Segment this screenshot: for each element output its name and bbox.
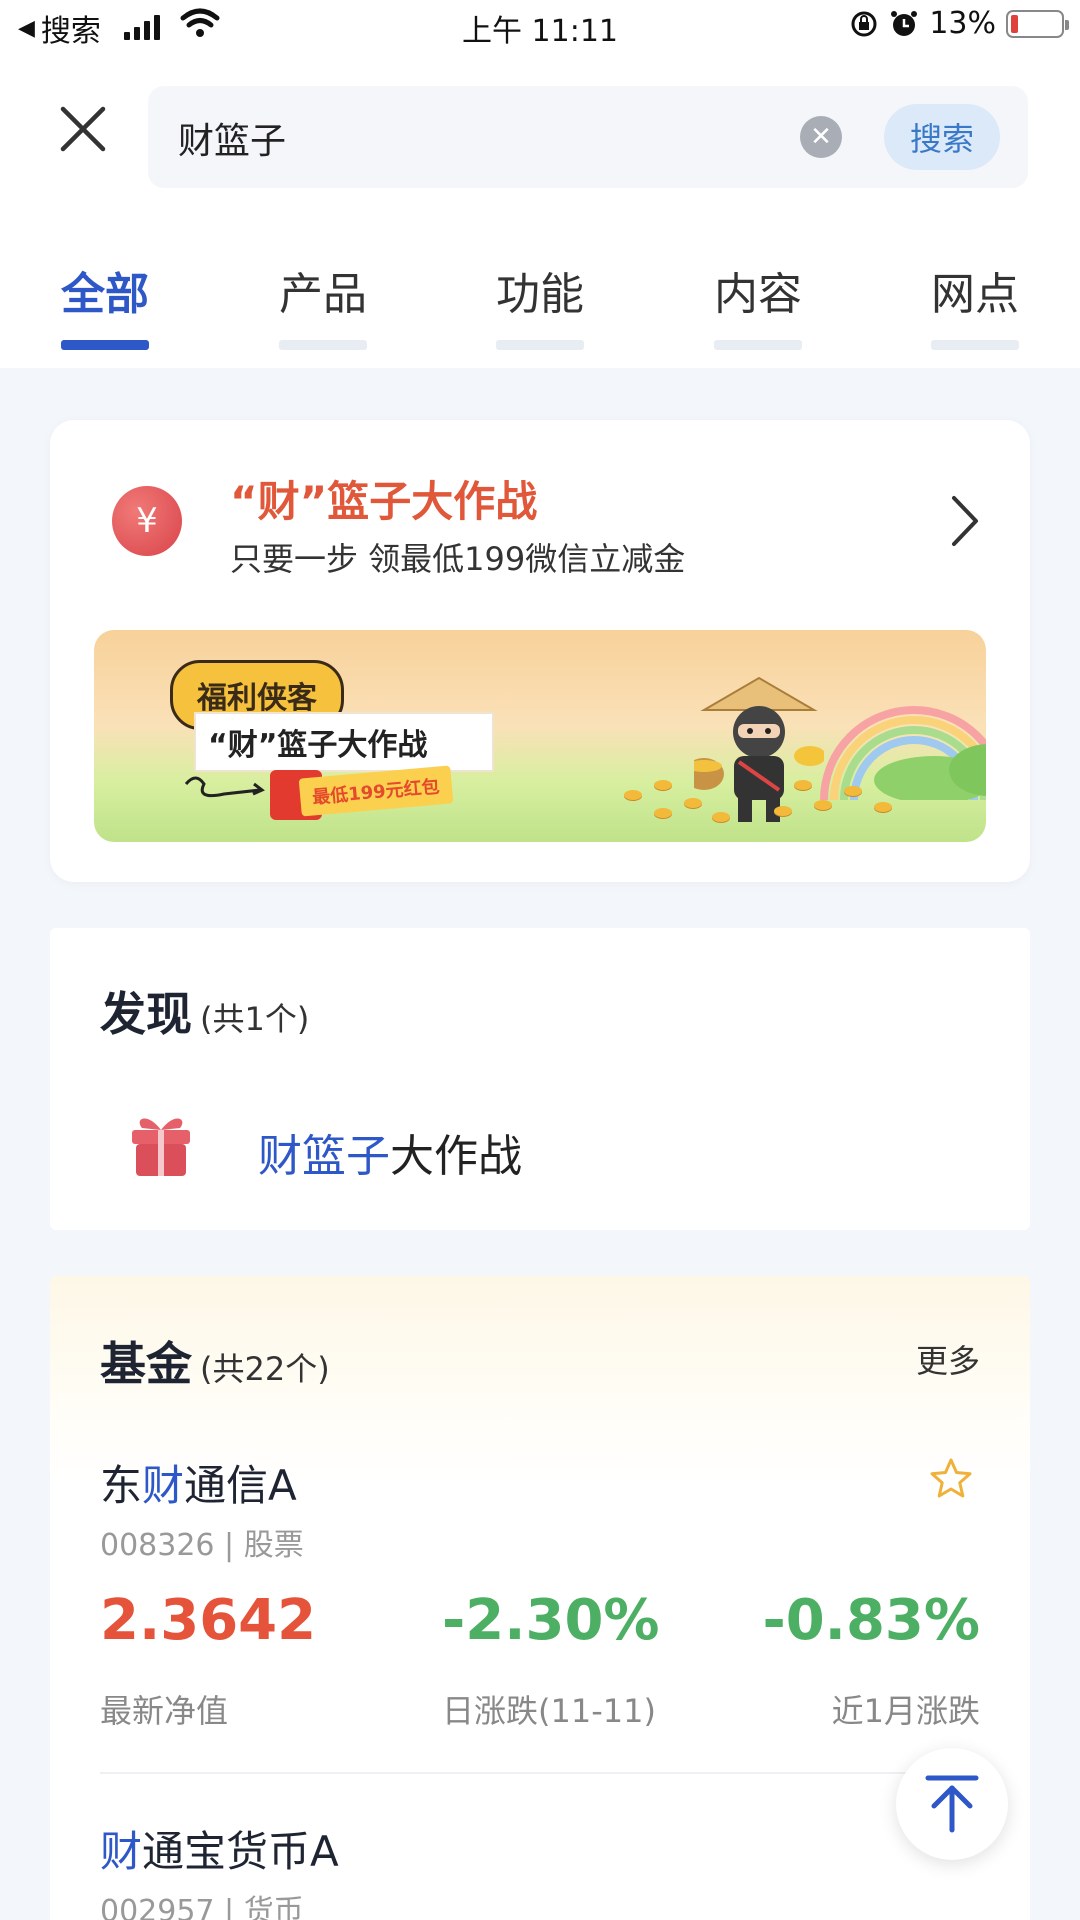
fund-nav: 2.3642 xyxy=(100,1588,317,1653)
tab-branches[interactable]: 网点 xyxy=(915,258,1035,350)
search-button[interactable]: 搜索 xyxy=(884,104,1000,170)
promo-banner[interactable]: 福利侠客 “财”篮子大作战 最低199元红包 xyxy=(94,630,986,842)
discover-item-highlight: 财篮子 xyxy=(258,1131,390,1182)
fund-code: 008326 | 股票 xyxy=(100,1528,304,1563)
tab-indicator xyxy=(61,340,149,350)
battery-percent: 13% xyxy=(929,6,996,41)
discover-item-rest: 大作战 xyxy=(390,1131,522,1182)
banner-tag: 最低199元红包 xyxy=(298,765,453,817)
more-link[interactable]: 更多 xyxy=(916,1336,980,1382)
fund-daily-change: -2.30% xyxy=(442,1588,660,1653)
tab-content[interactable]: 内容 xyxy=(698,258,818,350)
status-right: 13% xyxy=(849,6,1069,41)
fund-name-pre: 东 xyxy=(100,1461,143,1510)
fund-name-highlight: 财 xyxy=(100,1827,143,1876)
tab-all[interactable]: 全部 xyxy=(45,258,165,350)
orientation-lock-icon xyxy=(851,11,877,36)
fund-count: (共22个) xyxy=(200,1350,330,1388)
promo-title: “财”篮子大作战 xyxy=(230,477,538,526)
alarm-icon xyxy=(891,10,918,36)
tab-functions[interactable]: 功能 xyxy=(480,258,600,350)
battery-icon xyxy=(1006,9,1069,38)
tab-label: 网点 xyxy=(931,269,1019,320)
promo-subtitle: 只要一步 领最低199微信立减金 xyxy=(230,540,686,578)
search-query[interactable]: 财篮子 xyxy=(178,112,286,164)
tab-label: 功能 xyxy=(496,269,584,320)
fund-code: 002957 | 货币 xyxy=(100,1894,304,1920)
ninja-character-illustration xyxy=(694,676,824,822)
tab-label: 产品 xyxy=(279,269,367,320)
section-title: 基金 (共22个) xyxy=(100,1328,330,1394)
fund-name-post: 通信A xyxy=(184,1461,297,1510)
tab-label: 内容 xyxy=(714,269,802,320)
fund-name-highlight: 财 xyxy=(142,1461,185,1510)
discover-title: 发现 xyxy=(100,987,192,1041)
fund-name[interactable]: 东财通信A xyxy=(100,1452,297,1513)
clear-icon[interactable]: ✕ xyxy=(800,116,842,158)
fund-monthly-label: 近1月涨跌 xyxy=(831,1692,980,1730)
fund-name-post: 通宝货币A xyxy=(142,1827,339,1876)
rainbow-illustration xyxy=(820,706,986,800)
tab-products[interactable]: 产品 xyxy=(263,258,383,350)
fund-title: 基金 xyxy=(100,1337,192,1391)
tab-indicator xyxy=(931,340,1019,350)
search-header: 财篮子 ✕ 搜索 xyxy=(0,56,1080,202)
discover-item[interactable]: 财篮子大作战 xyxy=(258,1120,522,1184)
tab-indicator xyxy=(279,340,367,350)
section-title: 发现 (共1个) xyxy=(100,978,309,1044)
status-bar: ◀ 搜索 上午 11:11 13% xyxy=(0,0,1080,56)
yuan-coin-icon: ¥ xyxy=(112,486,182,556)
tab-indicator xyxy=(714,340,802,350)
fund-section: 基金 (共22个) 更多 东财通信A 008326 | 股票 2.3642 -2.… xyxy=(50,1276,1030,1920)
back-to-top-button[interactable] xyxy=(896,1748,1008,1860)
banner-headline: “财”篮子大作战 xyxy=(194,712,494,772)
arrow-doodle-icon xyxy=(184,776,265,798)
tab-label: 全部 xyxy=(61,269,149,320)
fund-name[interactable]: 财通宝货币A xyxy=(100,1818,339,1879)
gift-icon xyxy=(132,1118,190,1176)
close-icon[interactable] xyxy=(60,106,106,152)
star-outline-icon[interactable] xyxy=(928,1456,974,1502)
discover-section: 发现 (共1个) 财篮子大作战 xyxy=(50,928,1030,1230)
promo-card[interactable]: ¥ “财”篮子大作战 只要一步 领最低199微信立减金 福利侠客 “财”篮子大作… xyxy=(50,420,1030,882)
chevron-right-icon[interactable] xyxy=(950,494,980,548)
discover-count: (共1个) xyxy=(200,1000,310,1038)
tab-indicator xyxy=(496,340,584,350)
search-input[interactable]: 财篮子 ✕ 搜索 xyxy=(148,86,1028,188)
fund-daily-label: 日涨跌(11-11) xyxy=(442,1692,656,1730)
back-to-top-icon xyxy=(925,1775,979,1833)
category-tabs: 全部 产品 功能 内容 网点 xyxy=(0,202,1080,368)
fund-nav-label: 最新净值 xyxy=(100,1692,229,1730)
divider xyxy=(100,1772,980,1774)
fund-monthly-change: -0.83% xyxy=(762,1588,980,1653)
